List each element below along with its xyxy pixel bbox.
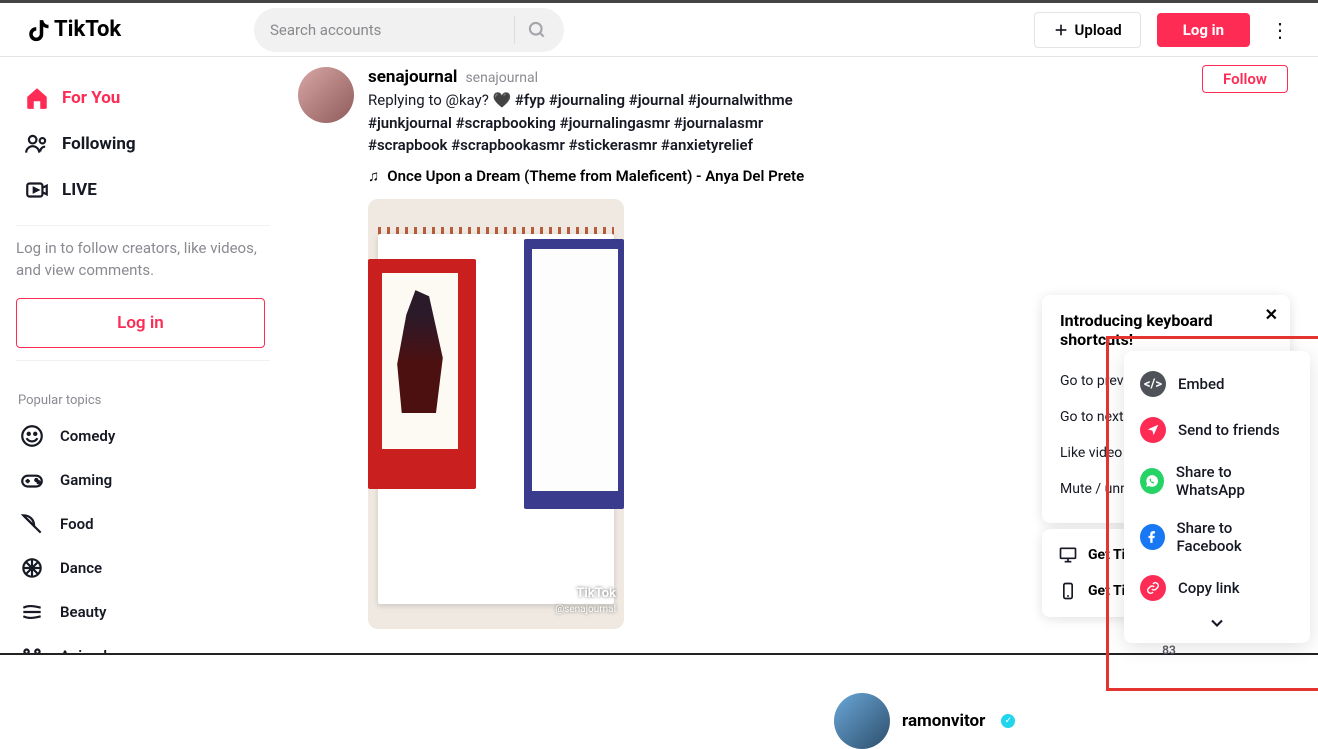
live-icon [24, 177, 50, 203]
search-input[interactable] [270, 21, 514, 39]
share-send-friends[interactable]: Send to friends [1124, 407, 1310, 453]
share-menu: </>Embed Send to friends Share to WhatsA… [1124, 351, 1310, 643]
animals-icon [18, 643, 46, 654]
feed: Follow senajournal senajournal Replying … [278, 57, 1318, 653]
sidebar: For You Following LIVE Log in to follow … [0, 57, 278, 653]
post: senajournal senajournal Replying to @kay… [298, 57, 1018, 629]
topic-food[interactable]: Food [16, 502, 278, 546]
share-copy-link[interactable]: Copy link [1124, 565, 1310, 611]
next-post-preview[interactable]: ramonvitor ✓ [834, 693, 1015, 749]
search-bar[interactable] [254, 8, 564, 52]
upload-label: Upload [1075, 21, 1122, 39]
topic-beauty[interactable]: Beauty [16, 590, 278, 634]
dance-icon [18, 555, 46, 581]
search-icon[interactable] [514, 16, 558, 44]
beauty-icon [18, 599, 46, 625]
share-facebook[interactable]: Share to Facebook [1124, 509, 1310, 565]
music-icon: ♫ [368, 167, 379, 185]
nav-live[interactable]: LIVE [16, 167, 278, 213]
author-handle: senajournal [465, 70, 538, 86]
phone-icon [1058, 581, 1078, 601]
logo[interactable]: TikTok [24, 16, 264, 44]
shortcuts-title: Introducing keyboard shortcuts! [1060, 311, 1272, 349]
comedy-icon [18, 423, 46, 449]
topic-gaming[interactable]: Gaming [16, 458, 278, 502]
brand-text: TikTok [54, 17, 121, 42]
nav-for-you[interactable]: For You [16, 75, 278, 121]
topic-animals[interactable]: Animals [16, 634, 278, 654]
login-prompt-text: Log in to follow creators, like videos, … [16, 238, 278, 298]
upload-button[interactable]: Upload [1034, 12, 1141, 48]
share-more-chevron[interactable] [1124, 611, 1310, 633]
caption: Replying to @kay? 🖤 #fyp #journaling #jo… [368, 89, 808, 157]
tiktok-logo-icon [24, 16, 52, 44]
desktop-icon [1058, 545, 1078, 565]
follow-button[interactable]: Follow [1202, 65, 1288, 93]
share-embed[interactable]: </>Embed [1124, 361, 1310, 407]
avatar[interactable] [834, 693, 890, 749]
home-icon [24, 85, 50, 111]
video-player[interactable]: TikTok @senajournal [368, 199, 624, 629]
food-icon [18, 511, 46, 537]
login-button-sidebar[interactable]: Log in [16, 298, 265, 348]
music-row[interactable]: ♫ Once Upon a Dream (Theme from Malefice… [368, 167, 1018, 185]
header: TikTok Upload Log in ⋮ [0, 3, 1318, 57]
avatar[interactable] [298, 67, 354, 123]
close-icon[interactable]: ✕ [1265, 305, 1278, 324]
gaming-icon [18, 467, 46, 493]
author-name[interactable]: senajournal [368, 67, 457, 87]
plus-icon [1053, 22, 1069, 38]
music-title: Once Upon a Dream (Theme from Maleficent… [387, 167, 804, 185]
topic-comedy[interactable]: Comedy [16, 414, 278, 458]
people-icon [24, 131, 50, 157]
video-watermark: TikTok [558, 586, 616, 601]
topic-dance[interactable]: Dance [16, 546, 278, 590]
share-whatsapp[interactable]: Share to WhatsApp [1124, 453, 1310, 509]
more-menu-icon[interactable]: ⋮ [1266, 18, 1294, 42]
login-button-header[interactable]: Log in [1157, 13, 1250, 47]
verified-badge-icon: ✓ [1001, 714, 1015, 728]
video-handle: @senajournal [555, 604, 616, 615]
popular-topics-heading: Popular topics [16, 373, 278, 414]
nav-following[interactable]: Following [16, 121, 278, 167]
